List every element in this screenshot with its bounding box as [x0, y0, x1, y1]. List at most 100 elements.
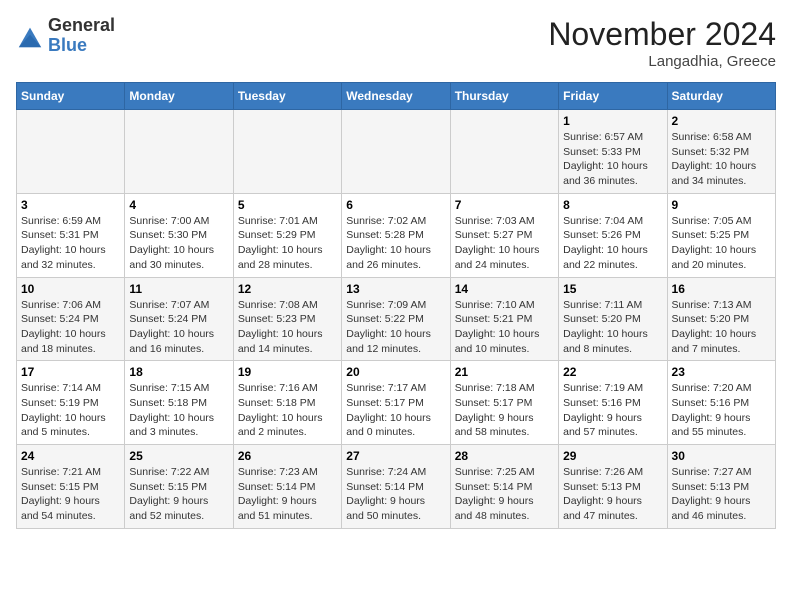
day-number: 2	[672, 114, 771, 128]
day-info: Sunrise: 7:26 AMSunset: 5:13 PMDaylight:…	[563, 465, 662, 524]
day-info: Sunrise: 7:01 AMSunset: 5:29 PMDaylight:…	[238, 214, 337, 273]
day-info: Sunrise: 7:25 AMSunset: 5:14 PMDaylight:…	[455, 465, 554, 524]
day-of-week-header: Sunday	[17, 83, 125, 110]
day-number: 17	[21, 365, 120, 379]
day-info: Sunrise: 7:03 AMSunset: 5:27 PMDaylight:…	[455, 214, 554, 273]
day-number: 5	[238, 198, 337, 212]
calendar-cell	[17, 110, 125, 194]
calendar-week-row: 1 Sunrise: 6:57 AMSunset: 5:33 PMDaylight…	[17, 110, 776, 194]
day-info: Sunrise: 7:15 AMSunset: 5:18 PMDaylight:…	[129, 381, 228, 440]
day-number: 25	[129, 449, 228, 463]
calendar-cell: 28 Sunrise: 7:25 AMSunset: 5:14 PMDayligh…	[450, 445, 558, 529]
calendar-cell	[450, 110, 558, 194]
day-info: Sunrise: 7:08 AMSunset: 5:23 PMDaylight:…	[238, 298, 337, 357]
day-number: 22	[563, 365, 662, 379]
calendar-cell: 8 Sunrise: 7:04 AMSunset: 5:26 PMDaylight…	[559, 193, 667, 277]
day-number: 12	[238, 282, 337, 296]
calendar-subtitle: Langadhia, Greece	[548, 53, 776, 70]
day-info: Sunrise: 6:57 AMSunset: 5:33 PMDaylight:…	[563, 130, 662, 189]
calendar-cell: 2 Sunrise: 6:58 AMSunset: 5:32 PMDaylight…	[667, 110, 775, 194]
day-number: 4	[129, 198, 228, 212]
day-number: 10	[21, 282, 120, 296]
day-info: Sunrise: 7:10 AMSunset: 5:21 PMDaylight:…	[455, 298, 554, 357]
logo-text: General Blue	[48, 16, 115, 56]
day-info: Sunrise: 7:21 AMSunset: 5:15 PMDaylight:…	[21, 465, 120, 524]
day-number: 13	[346, 282, 445, 296]
day-info: Sunrise: 7:27 AMSunset: 5:13 PMDaylight:…	[672, 465, 771, 524]
day-number: 19	[238, 365, 337, 379]
calendar-cell: 4 Sunrise: 7:00 AMSunset: 5:30 PMDaylight…	[125, 193, 233, 277]
day-number: 6	[346, 198, 445, 212]
day-info: Sunrise: 6:59 AMSunset: 5:31 PMDaylight:…	[21, 214, 120, 273]
calendar-week-row: 24Sunrise: 7:21 AMSunset: 5:15 PMDayligh…	[17, 445, 776, 529]
day-info: Sunrise: 7:13 AMSunset: 5:20 PMDaylight:…	[672, 298, 771, 357]
day-info: Sunrise: 7:07 AMSunset: 5:24 PMDaylight:…	[129, 298, 228, 357]
calendar-cell: 14Sunrise: 7:10 AMSunset: 5:21 PMDayligh…	[450, 277, 558, 361]
day-number: 23	[672, 365, 771, 379]
day-info: Sunrise: 7:02 AMSunset: 5:28 PMDaylight:…	[346, 214, 445, 273]
calendar-cell: 29 Sunrise: 7:26 AMSunset: 5:13 PMDayligh…	[559, 445, 667, 529]
day-number: 21	[455, 365, 554, 379]
day-number: 29	[563, 449, 662, 463]
day-of-week-header: Friday	[559, 83, 667, 110]
calendar-cell: 20 Sunrise: 7:17 AMSunset: 5:17 PMDayligh…	[342, 361, 450, 445]
day-info: Sunrise: 7:14 AMSunset: 5:19 PMDaylight:…	[21, 381, 120, 440]
calendar-cell: 18 Sunrise: 7:15 AMSunset: 5:18 PMDayligh…	[125, 361, 233, 445]
calendar-cell: 27 Sunrise: 7:24 AMSunset: 5:14 PMDayligh…	[342, 445, 450, 529]
day-info: Sunrise: 7:17 AMSunset: 5:17 PMDaylight:…	[346, 381, 445, 440]
logo: General Blue	[16, 16, 115, 56]
calendar-cell: 24Sunrise: 7:21 AMSunset: 5:15 PMDayligh…	[17, 445, 125, 529]
day-info: Sunrise: 7:22 AMSunset: 5:15 PMDaylight:…	[129, 465, 228, 524]
calendar-cell: 25 Sunrise: 7:22 AMSunset: 5:15 PMDayligh…	[125, 445, 233, 529]
calendar-cell: 11 Sunrise: 7:07 AMSunset: 5:24 PMDayligh…	[125, 277, 233, 361]
day-info: Sunrise: 6:58 AMSunset: 5:32 PMDaylight:…	[672, 130, 771, 189]
day-info: Sunrise: 7:04 AMSunset: 5:26 PMDaylight:…	[563, 214, 662, 273]
calendar-cell: 9Sunrise: 7:05 AMSunset: 5:25 PMDaylight…	[667, 193, 775, 277]
day-number: 8	[563, 198, 662, 212]
day-number: 15	[563, 282, 662, 296]
day-number: 27	[346, 449, 445, 463]
day-number: 26	[238, 449, 337, 463]
calendar-header-row: SundayMondayTuesdayWednesdayThursdayFrid…	[17, 83, 776, 110]
calendar-cell: 30 Sunrise: 7:27 AMSunset: 5:13 PMDayligh…	[667, 445, 775, 529]
day-number: 3	[21, 198, 120, 212]
day-of-week-header: Wednesday	[342, 83, 450, 110]
day-info: Sunrise: 7:24 AMSunset: 5:14 PMDaylight:…	[346, 465, 445, 524]
calendar-cell: 15 Sunrise: 7:11 AMSunset: 5:20 PMDayligh…	[559, 277, 667, 361]
calendar-cell: 22Sunrise: 7:19 AMSunset: 5:16 PMDayligh…	[559, 361, 667, 445]
page-header: General Blue November 2024 Langadhia, Gr…	[16, 16, 776, 70]
day-number: 28	[455, 449, 554, 463]
calendar-cell: 7 Sunrise: 7:03 AMSunset: 5:27 PMDaylight…	[450, 193, 558, 277]
day-of-week-header: Tuesday	[233, 83, 341, 110]
logo-icon	[16, 22, 44, 50]
day-number: 7	[455, 198, 554, 212]
day-number: 11	[129, 282, 228, 296]
calendar-cell: 21 Sunrise: 7:18 AMSunset: 5:17 PMDayligh…	[450, 361, 558, 445]
calendar-title: November 2024	[548, 16, 776, 53]
day-info: Sunrise: 7:18 AMSunset: 5:17 PMDaylight:…	[455, 381, 554, 440]
calendar-cell	[342, 110, 450, 194]
calendar-cell: 16Sunrise: 7:13 AMSunset: 5:20 PMDayligh…	[667, 277, 775, 361]
calendar-cell: 26 Sunrise: 7:23 AMSunset: 5:14 PMDayligh…	[233, 445, 341, 529]
day-info: Sunrise: 7:23 AMSunset: 5:14 PMDaylight:…	[238, 465, 337, 524]
calendar-body: 1 Sunrise: 6:57 AMSunset: 5:33 PMDaylight…	[17, 110, 776, 529]
calendar-cell: 1 Sunrise: 6:57 AMSunset: 5:33 PMDaylight…	[559, 110, 667, 194]
day-of-week-header: Thursday	[450, 83, 558, 110]
day-info: Sunrise: 7:09 AMSunset: 5:22 PMDaylight:…	[346, 298, 445, 357]
calendar-week-row: 3 Sunrise: 6:59 AMSunset: 5:31 PMDaylight…	[17, 193, 776, 277]
day-info: Sunrise: 7:16 AMSunset: 5:18 PMDaylight:…	[238, 381, 337, 440]
day-info: Sunrise: 7:05 AMSunset: 5:25 PMDaylight:…	[672, 214, 771, 273]
calendar-cell: 10Sunrise: 7:06 AMSunset: 5:24 PMDayligh…	[17, 277, 125, 361]
calendar-cell: 19 Sunrise: 7:16 AMSunset: 5:18 PMDayligh…	[233, 361, 341, 445]
day-number: 1	[563, 114, 662, 128]
day-info: Sunrise: 7:00 AMSunset: 5:30 PMDaylight:…	[129, 214, 228, 273]
calendar-cell	[233, 110, 341, 194]
day-number: 18	[129, 365, 228, 379]
title-block: November 2024 Langadhia, Greece	[548, 16, 776, 70]
day-number: 20	[346, 365, 445, 379]
day-info: Sunrise: 7:11 AMSunset: 5:20 PMDaylight:…	[563, 298, 662, 357]
calendar-week-row: 17 Sunrise: 7:14 AMSunset: 5:19 PMDayligh…	[17, 361, 776, 445]
day-number: 30	[672, 449, 771, 463]
day-of-week-header: Monday	[125, 83, 233, 110]
day-of-week-header: Saturday	[667, 83, 775, 110]
